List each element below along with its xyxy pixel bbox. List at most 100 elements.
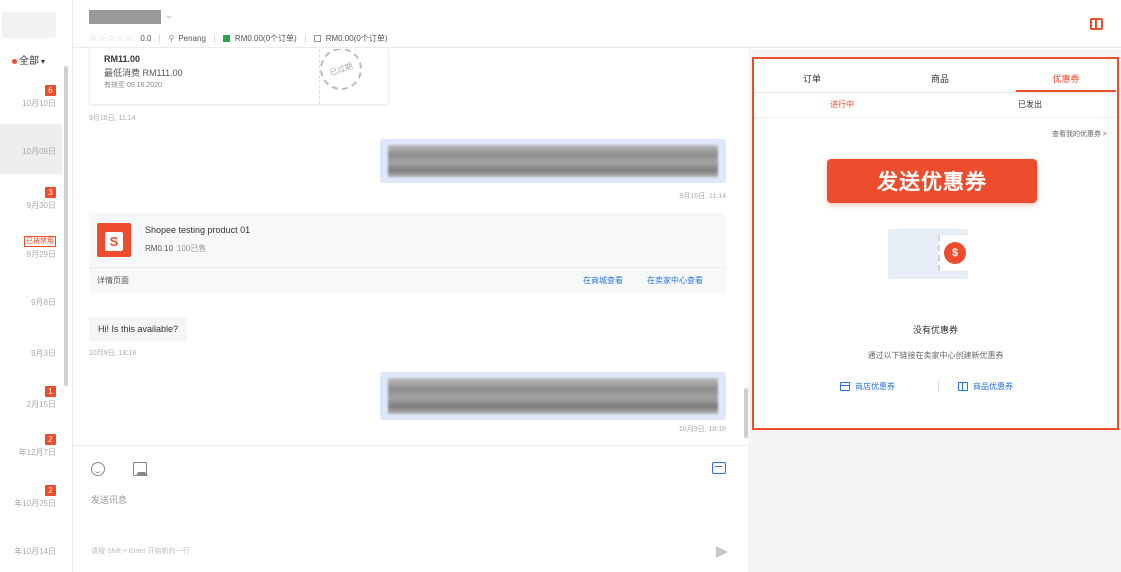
unread-badge: 6 [45, 85, 56, 96]
shopee-bag-icon: S [105, 232, 123, 251]
subtab-sent[interactable]: 已发出 [990, 99, 1070, 110]
outgoing-message-redacted [380, 372, 726, 420]
unread-badge: 2 [45, 485, 56, 496]
quick-reply-icon[interactable] [712, 462, 726, 474]
empty-state-description: 通过以下链接在卖家中心创建新优惠券 [867, 351, 1004, 360]
tab-products[interactable]: 商品 [900, 72, 980, 85]
conversation-item[interactable]: 6 10月10日 [0, 82, 62, 109]
message-timestamp: 9月16日, 11:14 [89, 115, 136, 122]
conversation-search-input[interactable] [2, 12, 56, 38]
conversation-date: 10月09日 [22, 147, 56, 156]
location-pin-icon: ⚲ [168, 34, 175, 43]
create-product-voucher-link[interactable]: 商品优惠券 [958, 381, 1013, 392]
empty-state-title: 没有优惠券 [912, 325, 958, 335]
image-icon[interactable] [133, 462, 148, 476]
product-name[interactable]: Shopee testing product 01 [145, 225, 250, 235]
expired-stamp: 已过期 [314, 49, 368, 96]
message-input[interactable]: 发送讯息 [91, 493, 127, 506]
outgoing-message-redacted [380, 139, 726, 183]
conversation-item[interactable]: 9月3日 [0, 348, 62, 359]
buyer-name-redacted[interactable] [89, 10, 161, 24]
gift-icon [958, 382, 968, 391]
unread-badge: 1 [45, 386, 56, 397]
message-timestamp: 10月9日, 18:18 [89, 350, 137, 357]
conversation-date: 2月15日 [26, 400, 56, 409]
product-price-row: RM0.10 100已售 [145, 243, 206, 254]
divider [159, 34, 161, 43]
voucher-min-spend: 最低消费 RM111.00 [104, 68, 183, 78]
tab-vouchers[interactable]: 优惠券 [1026, 72, 1106, 85]
voucher-amount: RM11.00 [104, 54, 141, 64]
completed-orders-icon [222, 35, 230, 42]
conversation-item[interactable]: 2 年10月25日 [0, 482, 62, 509]
other-orders: RM0.00(0个订单) [325, 34, 388, 43]
chat-header: ⌄ ☆☆☆☆☆ 0.0 ⚲ Penang RM0.00(0个订单) RM0.00… [73, 0, 1121, 48]
divider [89, 267, 726, 268]
message-timestamp: 10月9日, 18:18 [678, 426, 726, 433]
product-message-card[interactable]: S Shopee testing product 01 RM0.10 100已售 … [89, 213, 726, 293]
chevron-down-icon[interactable]: ⌄ [165, 10, 173, 21]
conversation-sidebar: 全部 ▾ 6 10月10日 10月09日 3 9月30日 已被禁用 9月29日 9… [0, 0, 73, 572]
send-voucher-button[interactable]: 发送优惠券 [827, 159, 1037, 203]
conversation-item[interactable]: 1 2月15日 [0, 383, 62, 410]
composer-hint: 请按 Shift + Enter 开始新的一行 [91, 548, 190, 555]
conversation-item-selected[interactable]: 10月09日 [0, 124, 62, 174]
product-voucher-label: 商品优惠券 [973, 382, 1013, 391]
message-composer: 发送讯息 请按 Shift + Enter 开始新的一行 [73, 445, 748, 572]
completed-orders: RM0.00(0个订单) [234, 34, 297, 43]
emoji-icon[interactable] [91, 462, 105, 476]
product-sold: 100已售 [177, 244, 207, 253]
view-in-mall-link[interactable]: 在商城查看 [583, 275, 623, 286]
chevron-down-icon: ▾ [41, 57, 46, 66]
product-detail-label: 详情页面 [97, 276, 129, 285]
voucher-message-card[interactable]: RM11.00 最低消费 RM111.00 有效至 09.16.2020 已过期 [89, 49, 389, 105]
conversation-date: 9月3日 [31, 349, 56, 358]
conversation-date: 10月10日 [22, 99, 56, 108]
shop-voucher-label: 商店优惠券 [855, 382, 895, 391]
tab-orders[interactable]: 订单 [772, 72, 852, 85]
voucher-panel: 订单 商品 优惠券 进行中 已发出 查看我的优惠券 > 发送优惠券 $ 没有优惠… [752, 57, 1119, 430]
view-my-vouchers-link[interactable]: 查看我的优惠券 > [1052, 129, 1107, 139]
conversation-item[interactable]: 2 年12月7日 [0, 431, 62, 458]
filter-dot-icon [12, 58, 17, 64]
divider [213, 34, 215, 43]
divider [304, 34, 306, 43]
voucher-expiry: 有效至 09.16.2020 [104, 82, 162, 89]
conversation-scrollbar[interactable] [64, 66, 68, 386]
rating-value: 0.0 [140, 34, 152, 43]
conversation-date: 9月29日 [26, 250, 56, 259]
dollar-coin-icon: $ [944, 242, 966, 264]
panel-tabs: 订单 商品 优惠券 [754, 59, 1117, 93]
incoming-message: Hi! Is this available? [89, 317, 188, 341]
conversation-item[interactable]: 已被禁用 9月29日 [0, 232, 62, 260]
disabled-tag: 已被禁用 [24, 236, 56, 247]
conversation-date: 年12月7日 [18, 448, 56, 457]
conversation-date: 年10月14日 [14, 547, 56, 556]
subtab-ongoing[interactable]: 进行中 [802, 99, 882, 110]
panel-toggle-icon[interactable] [1090, 18, 1103, 30]
voucher-divider [319, 49, 320, 104]
send-icon[interactable] [716, 546, 728, 558]
create-shop-voucher-link[interactable]: 商店优惠券 [840, 381, 895, 392]
buyer-info-bar: ☆☆☆☆☆ 0.0 ⚲ Penang RM0.00(0个订单) RM0.00(0… [89, 33, 388, 44]
rating-stars: ☆☆☆☆☆ [89, 33, 135, 43]
conversation-date: 年10月25日 [14, 499, 56, 508]
voucher-sub-tabs: 进行中 已发出 [754, 94, 1117, 118]
divider [938, 381, 939, 392]
empty-voucher-illustration: $ [888, 221, 978, 281]
store-icon [840, 382, 850, 391]
product-price: RM0.10 [145, 244, 174, 253]
message-timestamp: 9月16日, 11:14 [679, 193, 726, 200]
view-in-seller-centre-link[interactable]: 在卖家中心查看 [647, 275, 703, 286]
conversation-filter-dropdown[interactable]: 全部 ▾ [12, 52, 45, 67]
redacted-text [388, 378, 718, 414]
filter-label: 全部 [19, 56, 39, 67]
product-image[interactable]: S [97, 223, 131, 257]
unread-badge: 3 [45, 187, 56, 198]
conversation-date: 9月30日 [26, 201, 56, 210]
conversation-item[interactable]: 年10月14日 [0, 546, 62, 557]
active-tab-indicator [1016, 90, 1116, 92]
conversation-item[interactable]: 9月8日 [0, 297, 62, 308]
conversation-item[interactable]: 3 9月30日 [0, 184, 62, 211]
chat-messages: RM11.00 最低消费 RM111.00 有效至 09.16.2020 已过期… [73, 49, 748, 445]
